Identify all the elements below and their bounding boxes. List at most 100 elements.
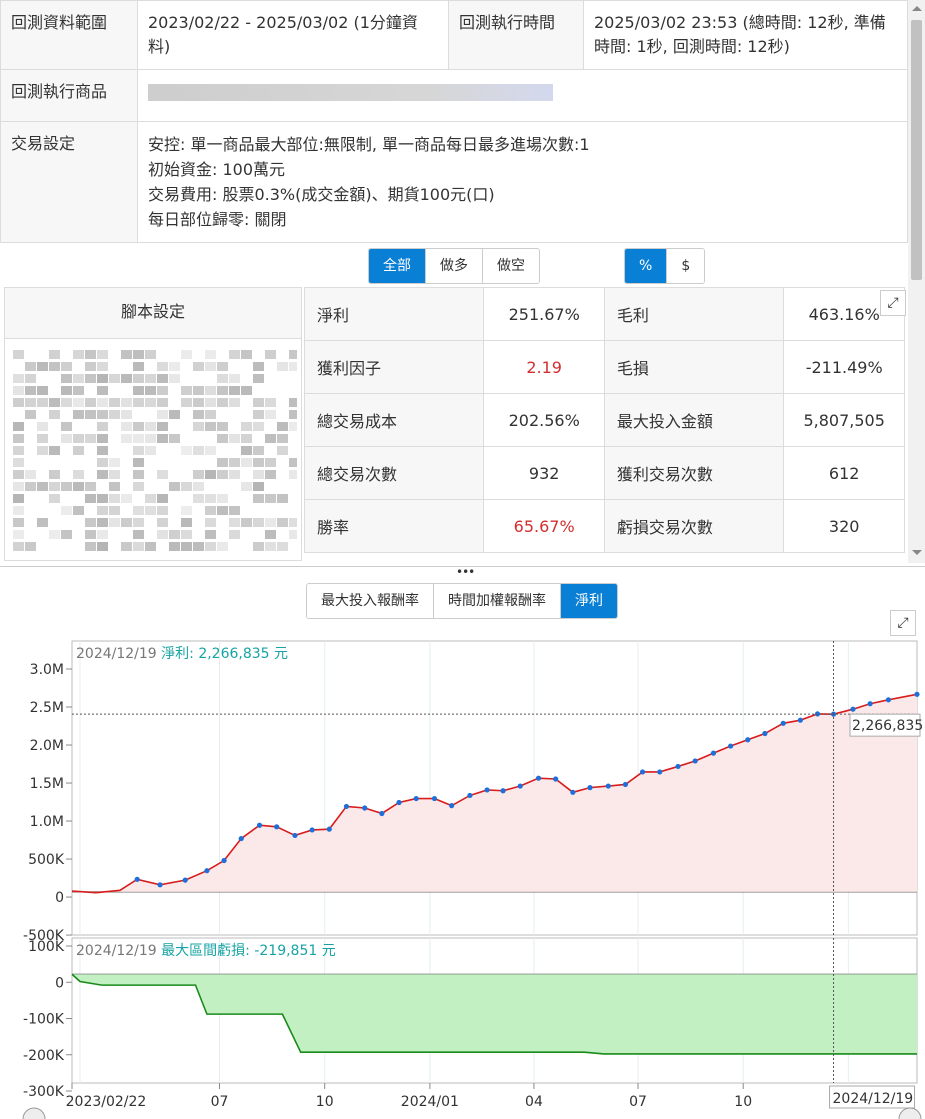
data-point <box>605 783 611 789</box>
blur-block <box>97 350 108 359</box>
tab-dollar[interactable]: $ <box>667 249 705 283</box>
blur-block <box>145 350 156 359</box>
blur-block <box>265 530 276 539</box>
blur-block <box>13 398 24 407</box>
blur-block <box>145 374 156 383</box>
stat-value: 320 <box>783 499 905 553</box>
stat-key: 毛損 <box>603 340 785 394</box>
trade-settings-value: 安控: 單一商品最大部位:無限制, 單一商品每日最多進場次數:1 初始資金: 1… <box>137 121 908 243</box>
blur-block <box>157 530 168 539</box>
blur-block <box>13 542 24 551</box>
blur-block <box>145 386 156 395</box>
blur-block <box>13 350 24 359</box>
blur-block <box>13 530 24 539</box>
tab-long[interactable]: 做多 <box>426 249 483 283</box>
data-point <box>467 792 473 799</box>
blur-block <box>13 422 24 431</box>
blur-block <box>145 434 156 443</box>
blur-block <box>85 350 96 359</box>
blur-block <box>13 458 24 467</box>
unit-tabs: % $ <box>624 248 706 284</box>
stat-value: 65.67% <box>483 499 605 553</box>
blur-block <box>73 434 84 443</box>
blur-block <box>121 422 132 431</box>
tab-all[interactable]: 全部 <box>369 249 426 283</box>
blur-block <box>133 470 144 479</box>
blur-block <box>13 386 24 395</box>
blur-block <box>169 482 180 491</box>
blur-block <box>157 374 168 383</box>
blur-block <box>109 482 120 491</box>
blur-block <box>37 386 48 395</box>
blur-block <box>97 542 108 551</box>
blur-block <box>37 446 48 455</box>
blur-block <box>133 386 144 395</box>
data-point <box>728 743 734 749</box>
blur-block <box>253 518 264 527</box>
blur-block <box>85 482 96 491</box>
blur-block <box>97 398 108 407</box>
blur-block <box>25 398 36 407</box>
blur-block <box>121 434 132 443</box>
blur-block <box>205 350 216 359</box>
blur-block <box>133 542 144 551</box>
tab-short[interactable]: 做空 <box>483 249 539 283</box>
blur-block <box>73 470 84 479</box>
blur-block <box>109 506 120 515</box>
blur-block <box>289 422 297 431</box>
blur-block <box>49 362 60 371</box>
blur-block <box>85 530 96 539</box>
blur-block <box>181 398 192 407</box>
blur-block <box>73 446 84 455</box>
blur-block <box>97 446 108 455</box>
blur-block <box>217 542 228 551</box>
blur-block <box>289 530 297 539</box>
legend-value: 淨利: 2,266,835 元 <box>161 646 288 662</box>
resize-splitter[interactable]: ••• <box>0 565 925 579</box>
scroll-down-icon[interactable] <box>912 550 922 555</box>
vertical-scrollbar[interactable] <box>908 0 925 563</box>
data-point <box>449 803 455 809</box>
expand-icon: ⤢ <box>887 295 899 311</box>
blur-block <box>49 446 60 455</box>
stat-value: 2.19 <box>483 340 605 394</box>
blur-block <box>133 434 144 443</box>
scrollbar-thumb[interactable] <box>911 20 922 280</box>
blur-block <box>217 362 228 371</box>
exec-time-value: 2025/03/02 23:53 (總時間: 12秒, 準備時間: 1秒, 回測… <box>583 0 908 70</box>
blur-block <box>277 362 288 371</box>
data-point <box>657 769 663 775</box>
tab-percent[interactable]: % <box>625 249 668 283</box>
script-settings-panel: 腳本設定 <box>4 287 302 561</box>
chart-legend: 2024/12/19 最大區間虧損: -219,851 元 <box>76 943 336 959</box>
blur-block <box>217 398 228 407</box>
data-point <box>517 783 523 789</box>
blur-block <box>49 482 60 491</box>
blur-block <box>193 422 204 431</box>
blur-block <box>49 398 60 407</box>
table-row: 勝率 65.67% 虧損交易次數 320 <box>303 499 905 553</box>
blur-block <box>157 386 168 395</box>
stat-value: 5,807,505 <box>783 393 905 447</box>
blur-block <box>205 398 216 407</box>
data-point <box>309 827 315 833</box>
data-point <box>885 697 892 703</box>
x-tick-label: 2024/01 <box>401 1094 459 1110</box>
expand-stats-button[interactable]: ⤢ <box>880 290 906 316</box>
blur-block <box>25 542 36 551</box>
blur-block <box>13 374 24 383</box>
blur-block <box>97 458 108 467</box>
blur-block <box>61 482 72 491</box>
blur-block <box>205 542 216 551</box>
blur-block <box>205 494 216 503</box>
blur-block <box>169 530 180 539</box>
scroll-up-icon[interactable] <box>912 6 922 11</box>
blur-block <box>157 410 168 419</box>
data-point <box>134 876 140 882</box>
y-tick-label: 2.0M <box>30 738 64 754</box>
blur-block <box>253 398 264 407</box>
y-tick-label: -200K <box>23 1048 65 1064</box>
blur-block <box>289 470 297 479</box>
blur-block <box>145 506 156 515</box>
stat-value: 251.67% <box>483 287 605 341</box>
